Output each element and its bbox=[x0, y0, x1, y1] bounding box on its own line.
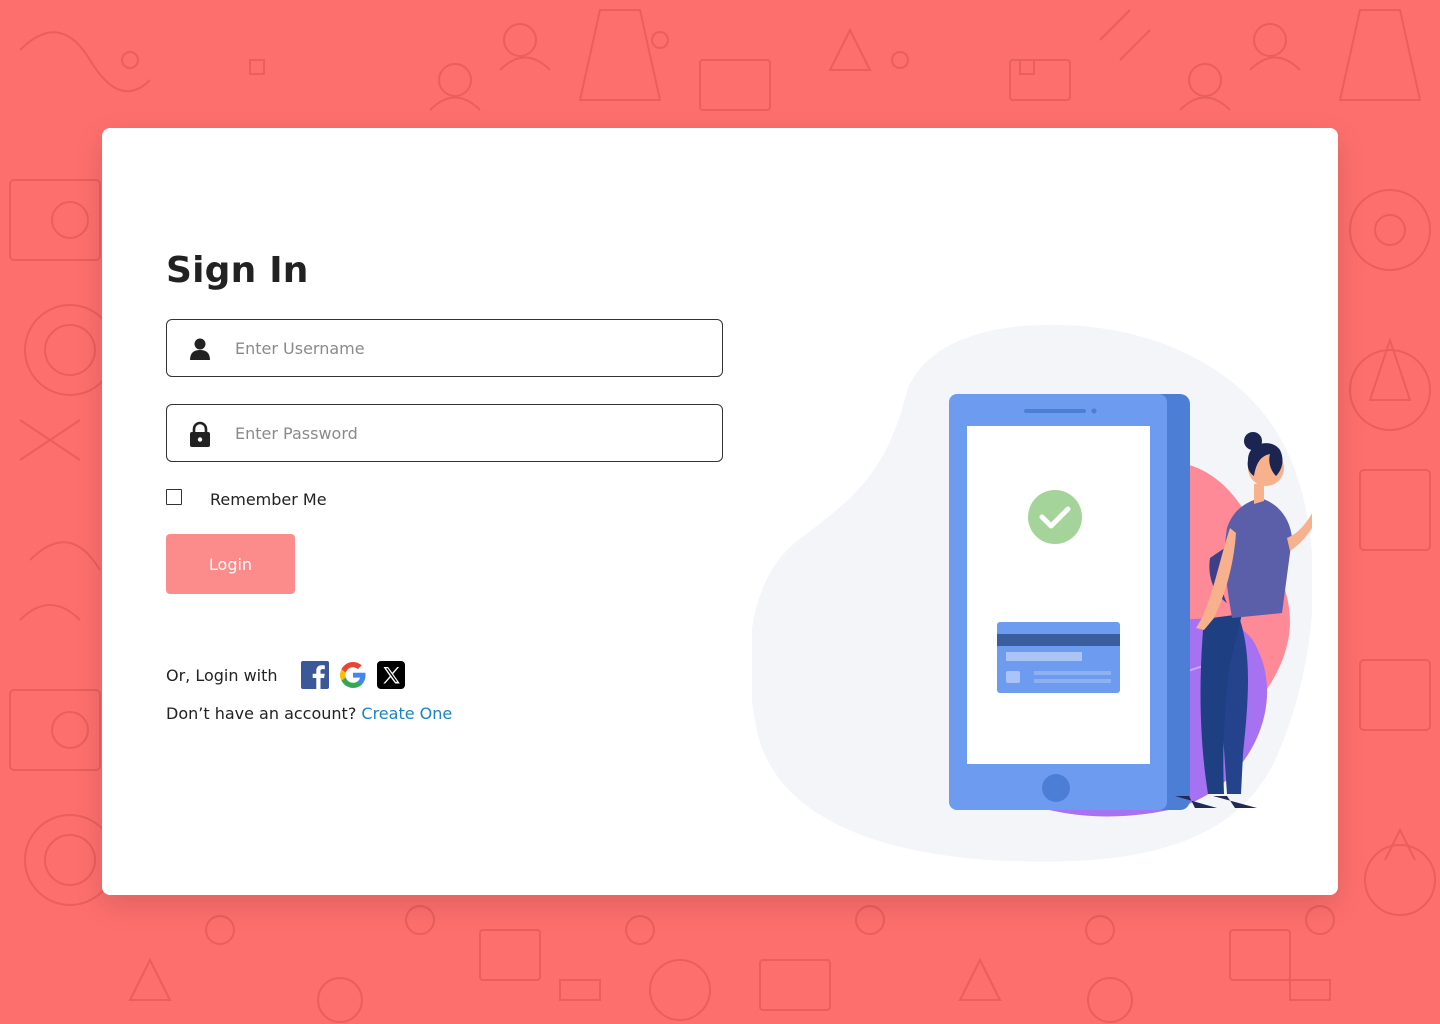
social-login-label: Or, Login with bbox=[166, 666, 278, 685]
password-field[interactable] bbox=[166, 404, 723, 462]
home-button bbox=[1042, 774, 1070, 802]
remember-me-checkbox[interactable] bbox=[166, 489, 182, 505]
signup-prompt-text: Don’t have an account? bbox=[166, 704, 357, 723]
google-icon[interactable] bbox=[338, 660, 368, 690]
login-button[interactable]: Login bbox=[166, 534, 295, 594]
create-account-link[interactable]: Create One bbox=[361, 704, 452, 723]
remember-me-label[interactable]: Remember Me bbox=[210, 490, 327, 509]
phone-speaker bbox=[1024, 409, 1086, 413]
page-title: Sign In bbox=[166, 250, 309, 291]
facebook-icon[interactable] bbox=[300, 660, 330, 690]
sign-in-card: Sign In Remember Me Login Or, Login with bbox=[102, 128, 1338, 895]
phone-screen bbox=[967, 426, 1150, 764]
user-icon bbox=[190, 338, 210, 360]
check-icon bbox=[1028, 490, 1082, 544]
username-field[interactable] bbox=[166, 319, 723, 377]
payment-illustration bbox=[752, 324, 1312, 862]
x-icon[interactable] bbox=[376, 660, 406, 690]
signup-prompt: Don’t have an account? Create One bbox=[166, 704, 452, 723]
password-input[interactable] bbox=[235, 405, 705, 461]
lock-icon bbox=[190, 421, 210, 447]
username-input[interactable] bbox=[235, 320, 705, 376]
